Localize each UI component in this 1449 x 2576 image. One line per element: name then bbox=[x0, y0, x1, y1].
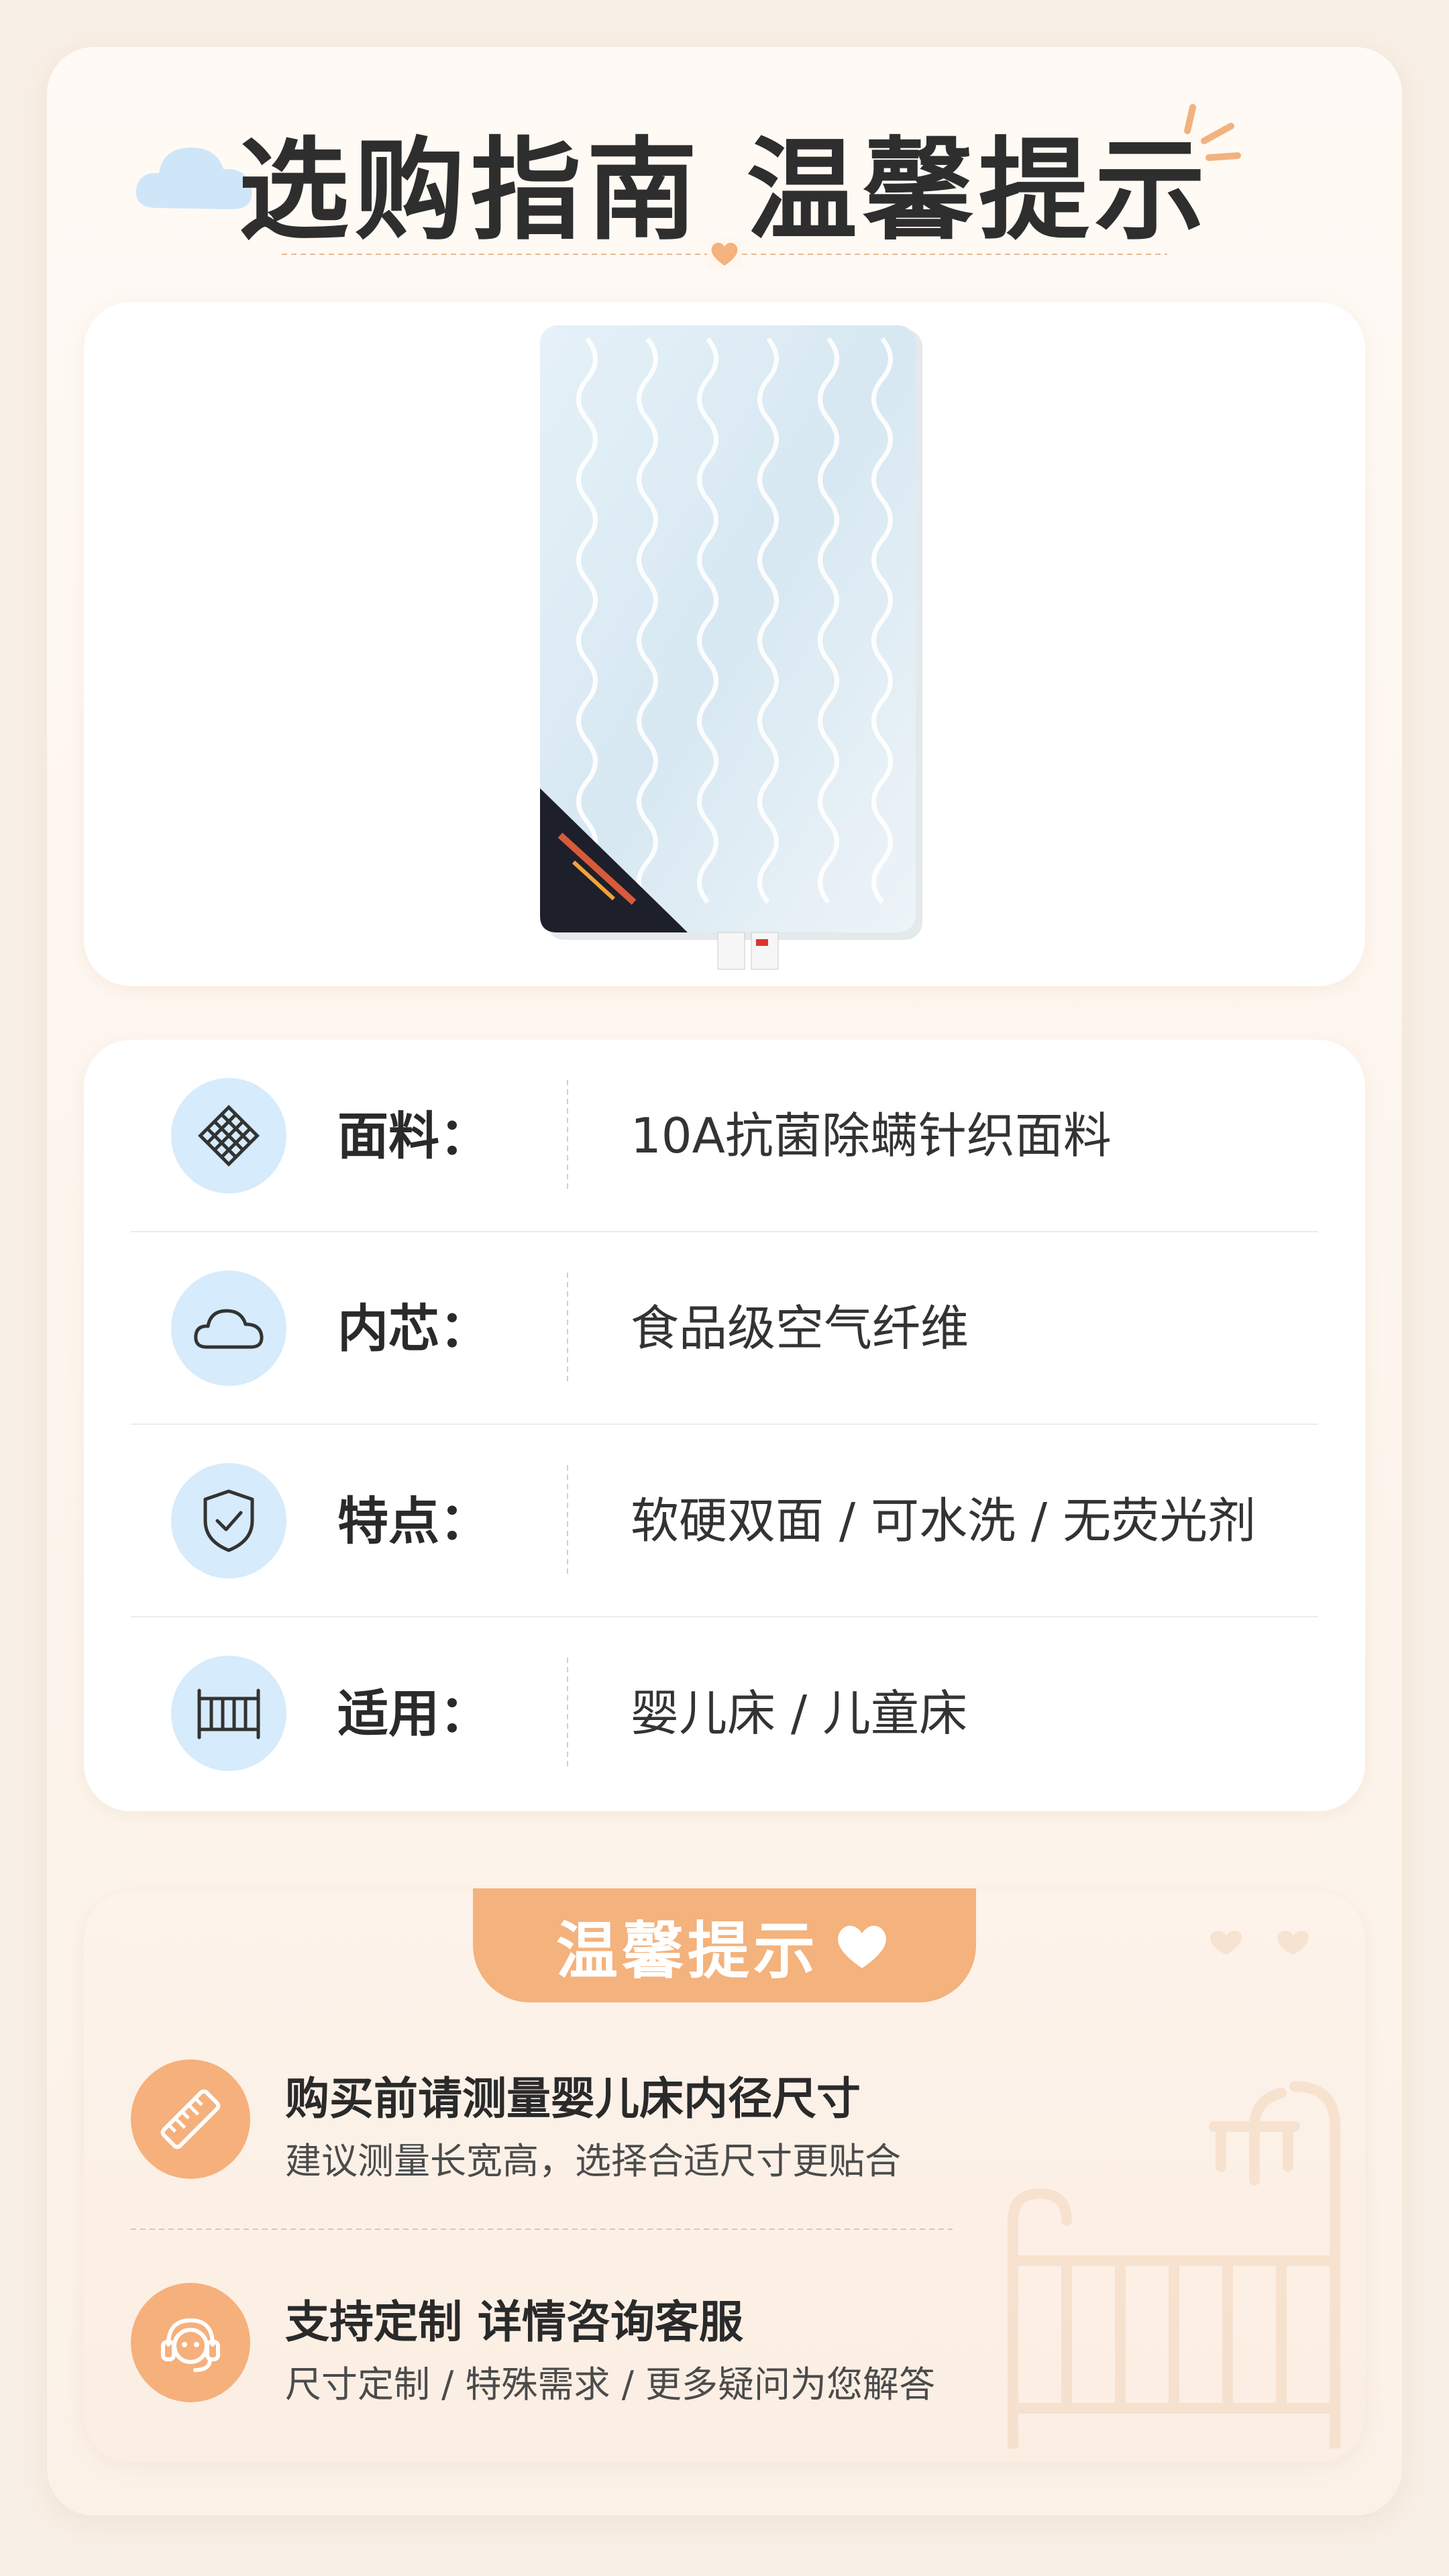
cloud-icon bbox=[171, 1271, 286, 1386]
tip-subtitle: 建议测量长宽高，选择合适尺寸更贴合 bbox=[285, 2140, 901, 2182]
mattress-image bbox=[540, 325, 922, 970]
spec-label: 面料： bbox=[337, 1106, 490, 1166]
spec-row-fabric: 面料： 10A抗菌除螨针织面料 bbox=[84, 1040, 1365, 1232]
spec-label: 适用： bbox=[337, 1684, 490, 1743]
spec-value: 食品级空气纤维 bbox=[631, 1300, 969, 1356]
spec-card: 面料： 10A抗菌除螨针织面料 内芯： 食品级空气纤维 特点： 软硬双面 / 可… bbox=[84, 1040, 1365, 1811]
tip-subtitle: 尺寸定制 / 特殊需求 / 更多疑问为您解答 bbox=[285, 2363, 936, 2406]
spec-label: 特点： bbox=[337, 1491, 490, 1551]
tip-divider bbox=[131, 2229, 953, 2230]
customer-service-icon bbox=[131, 2283, 250, 2402]
tip-title: 购买前请测量婴儿床内径尺寸 bbox=[285, 2073, 861, 2125]
spec-separator bbox=[567, 1465, 568, 1577]
tips-tab: 温馨提示 bbox=[473, 1888, 976, 2002]
spec-separator bbox=[567, 1273, 568, 1385]
heart-icon bbox=[838, 1925, 886, 1968]
crib-decoration-icon bbox=[1008, 1930, 1340, 2449]
fabric-grid-icon bbox=[171, 1078, 286, 1193]
ruler-icon bbox=[131, 2059, 250, 2179]
spec-row-usage: 适用： 婴儿床 / 儿童床 bbox=[84, 1617, 1365, 1810]
spec-label: 内芯： bbox=[337, 1299, 490, 1358]
tips-tab-label: 温馨提示 bbox=[555, 1915, 819, 1987]
tip-title: 支持定制 详情咨询客服 bbox=[285, 2296, 743, 2348]
spec-value: 软硬双面 / 可水洗 / 无荧光剂 bbox=[631, 1493, 1256, 1549]
heart-divider-icon bbox=[707, 239, 742, 268]
tip-item-measure: 购买前请测量婴儿床内径尺寸 建议测量长宽高，选择合适尺寸更贴合 bbox=[131, 2043, 969, 2217]
spec-row-core: 内芯： 食品级空气纤维 bbox=[84, 1232, 1365, 1425]
tip-item-custom: 支持定制 详情咨询客服 尺寸定制 / 特殊需求 / 更多疑问为您解答 bbox=[131, 2266, 969, 2440]
spec-separator bbox=[567, 1080, 568, 1192]
sparkle-decoration-icon bbox=[1184, 104, 1241, 161]
crib-icon bbox=[171, 1656, 286, 1771]
spec-row-features: 特点： 软硬双面 / 可水洗 / 无荧光剂 bbox=[84, 1425, 1365, 1617]
spec-value: 婴儿床 / 儿童床 bbox=[631, 1685, 968, 1741]
shield-check-icon bbox=[171, 1463, 286, 1578]
spec-value: 10A抗菌除螨针织面料 bbox=[631, 1108, 1112, 1164]
spec-separator bbox=[567, 1658, 568, 1770]
